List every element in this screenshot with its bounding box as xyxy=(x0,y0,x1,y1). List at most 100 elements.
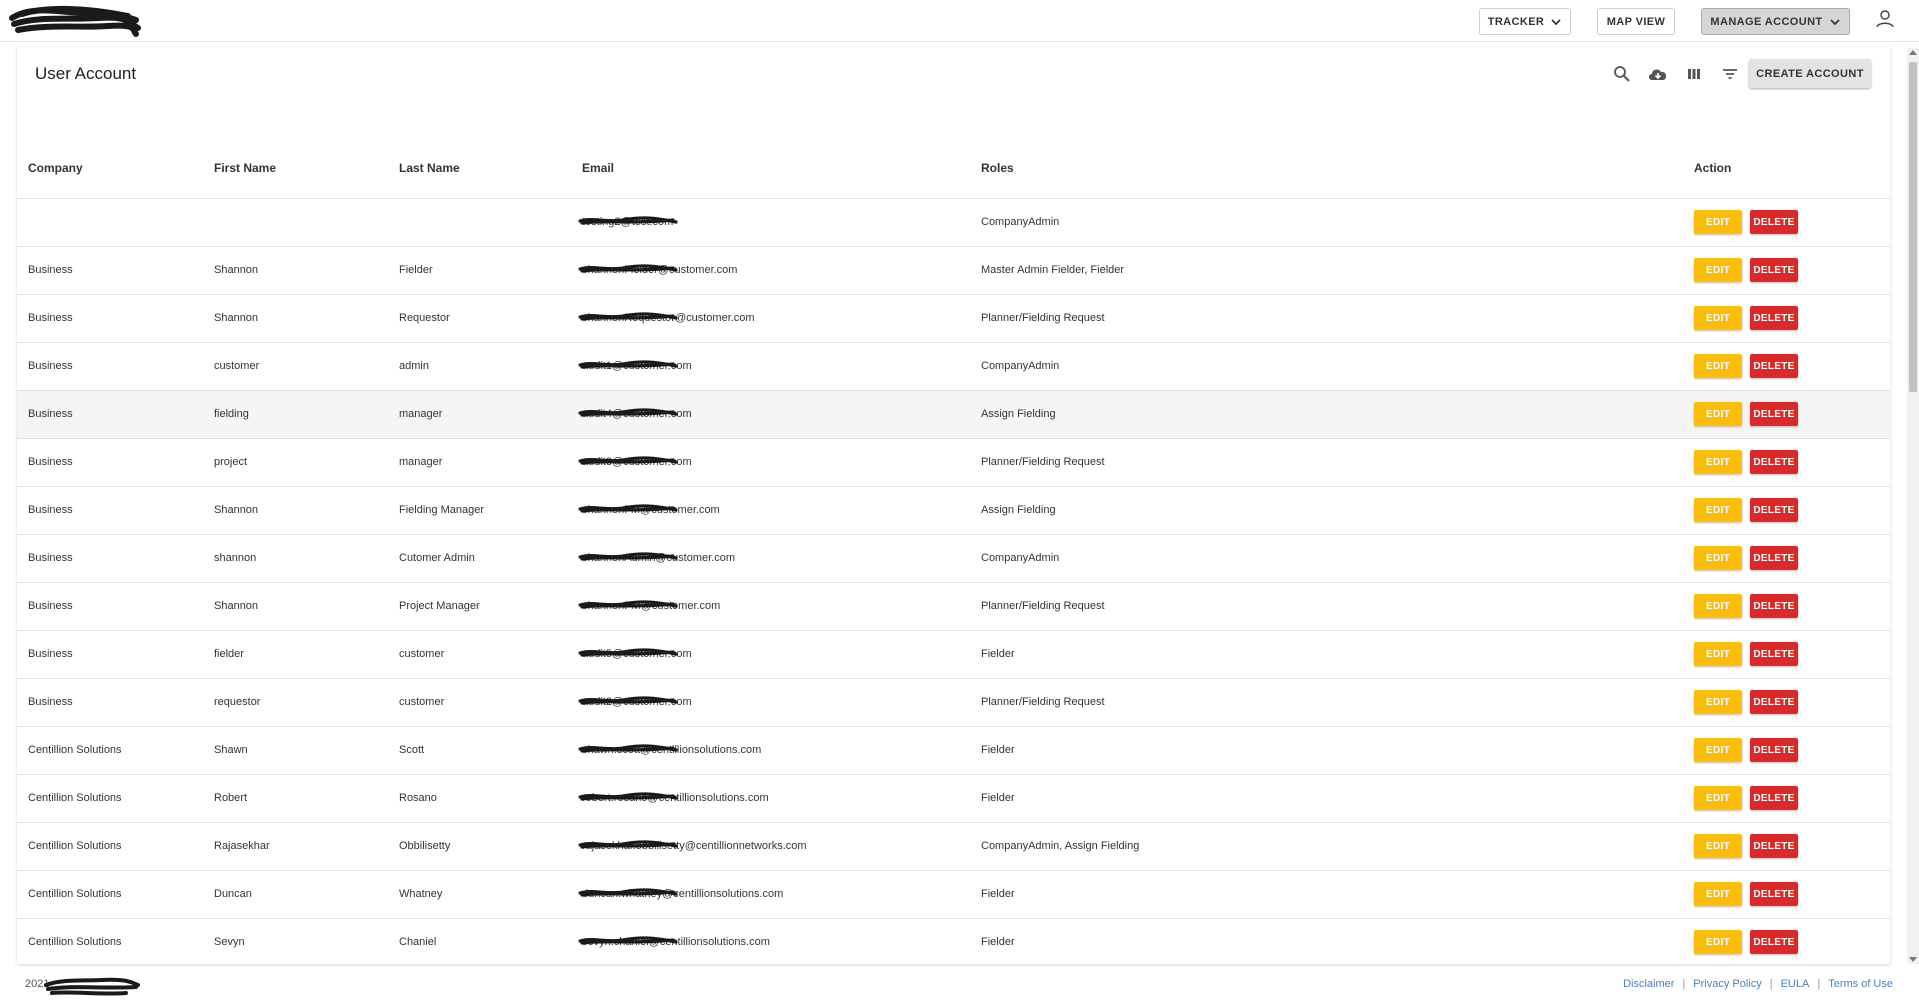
eula-link[interactable]: EULA xyxy=(1781,978,1810,990)
cell-last-name: Chaniel xyxy=(399,918,582,964)
cell-last-name: Requestor xyxy=(399,294,582,343)
cell-first-name: Shawn xyxy=(214,726,399,775)
user-icon[interactable] xyxy=(1874,8,1896,30)
column-header-last-name[interactable]: Last Name xyxy=(399,144,582,199)
cell-first-name xyxy=(214,198,399,247)
redaction-scribble xyxy=(578,696,678,705)
create-account-button[interactable]: CREATE ACCOUNT xyxy=(1749,59,1871,88)
cell-action: EDIT DELETE xyxy=(1694,198,1890,247)
edit-button[interactable]: EDIT xyxy=(1694,882,1742,906)
delete-button[interactable]: DELETE xyxy=(1750,498,1798,522)
delete-button[interactable]: DELETE xyxy=(1750,402,1798,426)
cell-last-name: Fielder xyxy=(399,246,582,295)
redacted-logo xyxy=(9,5,141,37)
delete-button[interactable]: DELETE xyxy=(1750,306,1798,330)
cell-last-name: Fielding Manager xyxy=(399,486,582,535)
edit-button[interactable]: EDIT xyxy=(1694,690,1742,714)
edit-button[interactable]: EDIT xyxy=(1694,642,1742,666)
edit-button[interactable]: EDIT xyxy=(1694,402,1742,426)
delete-button[interactable]: DELETE xyxy=(1750,210,1798,234)
delete-button[interactable]: DELETE xyxy=(1750,354,1798,378)
view-columns-icon[interactable] xyxy=(1682,62,1706,86)
cell-company: Business xyxy=(17,486,214,535)
email-value: audit4@customer.com xyxy=(578,408,692,420)
edit-button[interactable]: EDIT xyxy=(1694,834,1742,858)
delete-button[interactable]: DELETE xyxy=(1750,930,1798,954)
delete-button[interactable]: DELETE xyxy=(1750,834,1798,858)
search-icon[interactable] xyxy=(1610,62,1634,86)
edit-button[interactable]: EDIT xyxy=(1694,210,1742,234)
redaction-scribble xyxy=(578,936,678,945)
cell-first-name: Shannon xyxy=(214,486,399,535)
map-view-button[interactable]: MAP VIEW xyxy=(1597,8,1675,35)
edit-button[interactable]: EDIT xyxy=(1694,930,1742,954)
email-value: testing2@test.com xyxy=(578,216,678,228)
cell-action: EDIT DELETE xyxy=(1694,486,1890,535)
delete-button[interactable]: DELETE xyxy=(1750,642,1798,666)
cell-company: Business xyxy=(17,246,214,295)
column-header-roles[interactable]: Roles xyxy=(981,144,1694,199)
table-row: Centillion Solutions Shawn Scott shawn.scot… xyxy=(17,726,1890,775)
scroll-up-arrow-icon[interactable] xyxy=(1909,50,1917,55)
terms-of-use-link[interactable]: Terms of Use xyxy=(1828,978,1893,990)
column-header-first-name[interactable]: First Name xyxy=(214,144,399,199)
cell-email: audit5@customer.com xyxy=(578,630,981,679)
manage-account-menu-button[interactable]: MANAGE ACCOUNT xyxy=(1701,8,1850,35)
cell-roles: Fielder xyxy=(981,726,1694,775)
cell-email: audit3@customer.com xyxy=(578,438,981,487)
filter-icon[interactable] xyxy=(1718,62,1742,86)
cell-roles: Fielder xyxy=(981,630,1694,679)
edit-button[interactable]: EDIT xyxy=(1694,450,1742,474)
redaction-scribble xyxy=(578,744,678,753)
edit-button[interactable]: EDIT xyxy=(1694,738,1742,762)
cell-last-name: customer xyxy=(399,630,582,679)
cell-roles: Planner/Fielding Request xyxy=(981,294,1694,343)
cell-company: Centillion Solutions xyxy=(17,822,214,871)
cell-email: shawn.scott@centillionsolutions.com xyxy=(578,726,981,775)
edit-button[interactable]: EDIT xyxy=(1694,306,1742,330)
column-header-email[interactable]: Email xyxy=(582,144,981,199)
edit-button[interactable]: EDIT xyxy=(1694,786,1742,810)
cell-email: robert.rosano@centillionsolutions.com xyxy=(578,774,981,823)
cell-first-name: Duncan xyxy=(214,870,399,919)
delete-button[interactable]: DELETE xyxy=(1750,882,1798,906)
vertical-scrollbar[interactable] xyxy=(1907,48,1919,964)
delete-button[interactable]: DELETE xyxy=(1750,594,1798,618)
edit-button[interactable]: EDIT xyxy=(1694,258,1742,282)
cell-email: duncan.whatney@centillionsolutions.com xyxy=(578,870,981,919)
cell-last-name: Scott xyxy=(399,726,582,775)
cell-last-name: Project Manager xyxy=(399,582,582,631)
cell-action: EDIT DELETE xyxy=(1694,246,1890,295)
column-header-company[interactable]: Company xyxy=(17,144,214,199)
cell-action: EDIT DELETE xyxy=(1694,870,1890,919)
edit-button[interactable]: EDIT xyxy=(1694,546,1742,570)
email-value: rajasekhar.obbilisetty@centillionnetwork… xyxy=(578,840,807,852)
table-row: Business Shannon Project Manager shannonPM@… xyxy=(17,582,1890,631)
delete-button[interactable]: DELETE xyxy=(1750,258,1798,282)
table-row: Business fielder customer audit5@customer.c… xyxy=(17,630,1890,679)
delete-button[interactable]: DELETE xyxy=(1750,786,1798,810)
edit-button[interactable]: EDIT xyxy=(1694,354,1742,378)
disclaimer-link[interactable]: Disclaimer xyxy=(1623,978,1674,990)
email-value: shannonAdmin@customer.com xyxy=(578,552,735,564)
redaction-scribble xyxy=(578,264,678,273)
scrollbar-thumb[interactable] xyxy=(1909,62,1917,392)
delete-button[interactable]: DELETE xyxy=(1750,450,1798,474)
footer: 2021 Disclaimer | Privacy Policy | EULA … xyxy=(0,964,1919,1005)
delete-button[interactable]: DELETE xyxy=(1750,546,1798,570)
tracker-menu-button[interactable]: TRACKER xyxy=(1479,8,1571,35)
cloud-download-icon[interactable] xyxy=(1646,62,1670,86)
delete-button[interactable]: DELETE xyxy=(1750,690,1798,714)
scroll-down-arrow-icon[interactable] xyxy=(1909,957,1917,962)
edit-button[interactable]: EDIT xyxy=(1694,498,1742,522)
cell-action: EDIT DELETE xyxy=(1694,390,1890,439)
cell-company: Business xyxy=(17,630,214,679)
delete-button[interactable]: DELETE xyxy=(1750,738,1798,762)
privacy-policy-link[interactable]: Privacy Policy xyxy=(1693,978,1761,990)
edit-button[interactable]: EDIT xyxy=(1694,594,1742,618)
email-value: shannonPM@customer.com xyxy=(578,600,720,612)
email-value: shannonRequestor@customer.com xyxy=(578,312,755,324)
cell-email: audit2@customer.com xyxy=(578,678,981,727)
email-value: shannonFielder@customer.com xyxy=(578,264,737,276)
cell-action: EDIT DELETE xyxy=(1694,294,1890,343)
